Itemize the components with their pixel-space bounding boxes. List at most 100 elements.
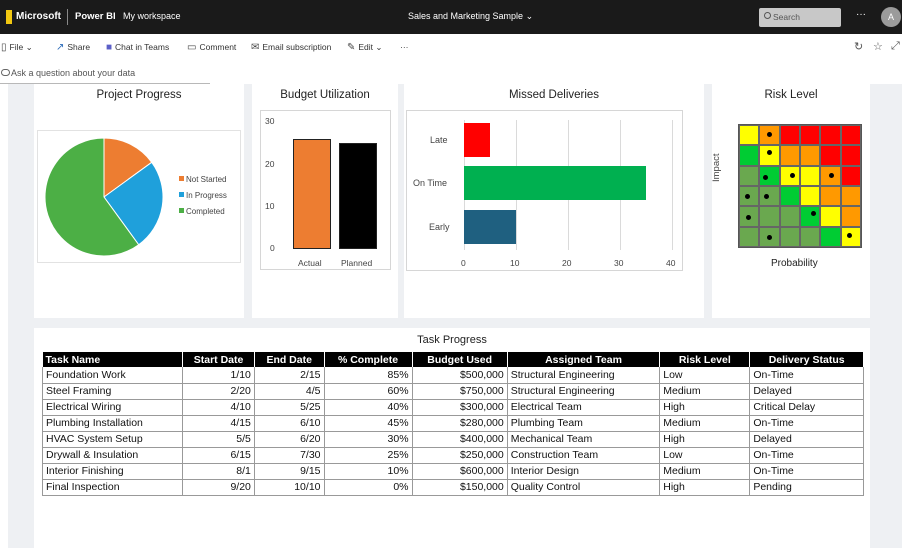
table-row[interactable]: Plumbing Installation 4/15 6/10 45% $280,000… [41, 415, 864, 432]
risk-cell [820, 125, 841, 146]
chat-bubble-icon [1, 69, 10, 76]
table-row[interactable]: Final Inspection 9/20 10/10 0% $150,000 Quali… [41, 479, 864, 496]
column-header[interactable]: Risk Level [659, 352, 751, 367]
pie-plot-area: Not Started In Progress Completed [37, 130, 241, 263]
risk-heatmap [738, 124, 862, 248]
account-avatar[interactable]: A [881, 7, 901, 27]
refresh-icon[interactable]: ↻ [854, 40, 863, 53]
risk-cell [739, 165, 760, 186]
risk-point[interactable] [766, 235, 772, 241]
table-cell: High [659, 431, 751, 448]
file-menu[interactable]: ▯ File ⌄ [1, 42, 33, 53]
table-cell: 5/5 [182, 431, 255, 448]
risk-point[interactable] [762, 175, 768, 181]
risk-point[interactable] [763, 193, 769, 199]
y-tick: 10 [265, 201, 275, 211]
risk-point[interactable] [745, 214, 751, 220]
more-options-button[interactable]: ··· [856, 9, 866, 20]
table-cell: Mechanical Team [507, 431, 661, 448]
column-header[interactable]: Budget Used [412, 352, 508, 367]
table-cell: 4/5 [254, 383, 325, 400]
table-cell: $500,000 [412, 367, 508, 384]
email-subscription-button[interactable]: ✉ Email subscription [251, 42, 331, 53]
share-button[interactable]: ↗ Share [56, 42, 90, 53]
table-cell: Quality Control [507, 479, 661, 496]
risk-cell [759, 206, 780, 227]
table-cell: Interior Finishing [41, 463, 184, 480]
risk-point[interactable] [766, 149, 772, 155]
risk-cell [739, 226, 760, 247]
column-header[interactable]: Assigned Team [507, 352, 661, 367]
risk-cell [779, 145, 800, 166]
comment-button[interactable]: ▭ Comment [187, 42, 236, 53]
risk-point[interactable] [744, 193, 750, 199]
table-row[interactable]: Foundation Work 1/10 2/15 85% $500,000 Struct… [41, 367, 864, 384]
risk-point[interactable] [766, 131, 772, 137]
risk-cell [840, 186, 861, 207]
table-cell: 2/20 [182, 383, 255, 400]
report-title-dropdown[interactable]: Sales and Marketing Sample ⌄ [408, 11, 533, 22]
table-row[interactable]: Drywall & Insulation 6/15 7/30 25% $250,000 C… [41, 447, 864, 464]
table-cell: Medium [659, 383, 751, 400]
table-cell: $300,000 [412, 399, 508, 416]
x-tick: 20 [562, 258, 572, 268]
y-tick: 20 [265, 159, 275, 169]
table-cell: Critical Delay [749, 399, 864, 416]
search-box[interactable]: Search [759, 8, 841, 27]
table-cell: 85% [324, 367, 413, 384]
table-cell: $750,000 [412, 383, 508, 400]
risk-cell [759, 145, 780, 166]
risk-point[interactable] [810, 210, 816, 216]
visual-title: Risk Level [764, 89, 818, 101]
column-header[interactable]: End Date [254, 352, 325, 367]
visual-title: Missed Deliveries [508, 89, 600, 101]
y-tick: 30 [265, 116, 275, 126]
table-header-row: Task Name Start Date End Date% Complete Bud… [42, 352, 864, 367]
product-name[interactable]: Power BI [75, 11, 116, 22]
legend-item-in-progress[interactable]: In Progress [179, 191, 227, 200]
risk-cell [739, 145, 760, 166]
table-row[interactable]: Steel Framing 2/20 4/5 60% $750,000 Structura… [41, 383, 864, 400]
chevron-down-icon: ⌄ [25, 42, 33, 52]
risk-cell [800, 165, 821, 186]
legend-item-completed[interactable]: Completed [179, 207, 225, 216]
legend-item-not-started[interactable]: Not Started [179, 175, 226, 184]
table-row[interactable]: Interior Finishing 8/1 9/15 10% $600,000 Inte… [41, 463, 864, 480]
edit-menu[interactable]: ✎ Edit ⌄ [347, 42, 383, 53]
table-row[interactable]: Electrical Wiring 4/10 5/25 40% $300,000 Elec… [41, 399, 864, 416]
bar-on-time[interactable] [464, 166, 646, 200]
table-cell: 10% [324, 463, 413, 480]
table-cell: Pending [749, 479, 864, 496]
qa-input[interactable]: Ask a question about your data [0, 64, 210, 84]
bar-actual[interactable] [293, 138, 331, 249]
favorite-icon[interactable]: ☆ [873, 40, 883, 53]
bar-late[interactable] [464, 123, 490, 157]
table-cell: $250,000 [412, 447, 508, 464]
bar-planned[interactable] [339, 143, 377, 249]
x-tick: 0 [461, 258, 466, 268]
bar-early[interactable] [464, 210, 516, 244]
column-header[interactable]: Delivery Status [749, 352, 864, 367]
expand-icon[interactable]: ⤢ [891, 40, 900, 53]
table-cell: Structural Engineering [507, 383, 661, 400]
risk-cell [779, 206, 800, 227]
column-header[interactable]: Start Date [182, 352, 255, 367]
report-title: Sales and Marketing Sample [408, 11, 524, 21]
column-header[interactable]: Task Name [42, 352, 184, 367]
column-header[interactable]: % Complete [324, 352, 413, 367]
table-row[interactable]: HVAC System Setup 5/5 6/20 30% $400,000 Mecha… [41, 431, 864, 448]
table-cell: Foundation Work [41, 367, 184, 384]
table-cell: Electrical Team [507, 399, 661, 416]
email-icon: ✉ [251, 42, 260, 53]
table-cell: $280,000 [412, 415, 508, 432]
chat-in-teams-button[interactable]: ■ Chat in Teams [106, 42, 169, 53]
more-commands-button[interactable]: ··· [400, 42, 409, 52]
workspace-link[interactable]: My workspace [123, 11, 181, 21]
pencil-icon: ✎ [347, 42, 356, 53]
table-cell: On-Time [749, 463, 864, 480]
x-tick: 10 [510, 258, 520, 268]
risk-point[interactable] [828, 173, 834, 179]
y-tick: 0 [270, 243, 275, 253]
x-tick: 40 [666, 258, 676, 268]
comment-icon: ▭ [187, 42, 197, 53]
